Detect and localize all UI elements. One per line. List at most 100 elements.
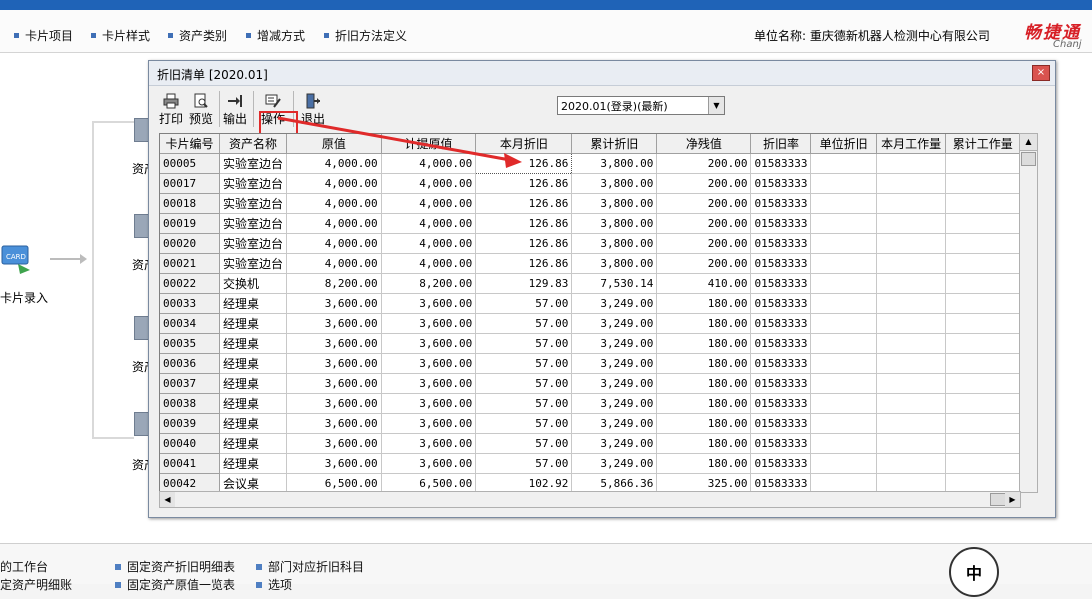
table-cell[interactable]: 3,249.00	[571, 353, 658, 374]
table-cell[interactable]: 00033	[160, 293, 221, 314]
table-cell[interactable]: 01583333	[750, 453, 812, 474]
table-row[interactable]: 00038 经理桌 3,600.00 3,600.00 57.00 3,249.00 180…	[160, 393, 1020, 414]
table-cell[interactable]: 3,800.00	[571, 253, 658, 274]
menu-item-change-method[interactable]: 增减方式	[246, 27, 305, 44]
bottom-link-depreciation-detail[interactable]: 固定资产折旧明细表	[115, 558, 235, 575]
table-cell[interactable]	[945, 393, 1020, 414]
table-cell[interactable]: 4,000.00	[286, 213, 382, 234]
table-cell[interactable]	[945, 413, 1020, 434]
table-cell[interactable]: 01583333	[750, 433, 812, 454]
horizontal-scrollbar[interactable]: ◀ ▶	[159, 491, 1021, 508]
table-cell[interactable]: 180.00	[656, 413, 752, 434]
menu-item-asset-category[interactable]: 资产类别	[168, 27, 227, 44]
column-header[interactable]: 单位折旧	[810, 134, 877, 154]
table-cell[interactable]: 01583333	[750, 393, 812, 414]
table-cell[interactable]	[810, 353, 877, 374]
table-cell[interactable]: 3,600.00	[381, 313, 477, 334]
table-cell[interactable]: 经理桌	[219, 353, 288, 374]
vertical-scrollbar[interactable]: ▲	[1019, 133, 1038, 493]
column-header[interactable]: 计提原值	[381, 134, 477, 154]
table-cell[interactable]: 7,530.14	[571, 273, 658, 294]
table-cell[interactable]: 3,800.00	[571, 213, 658, 234]
table-cell[interactable]: 3,600.00	[286, 353, 382, 374]
table-cell[interactable]: 200.00	[656, 233, 752, 254]
table-cell[interactable]: 4,000.00	[286, 193, 382, 214]
table-cell[interactable]	[945, 273, 1020, 294]
table-cell[interactable]	[810, 253, 877, 274]
table-cell[interactable]: 00018	[160, 193, 221, 214]
table-cell[interactable]: 经理桌	[219, 333, 288, 354]
table-cell[interactable]: 4,000.00	[381, 253, 477, 274]
table-cell[interactable]: 200.00	[656, 153, 752, 174]
table-cell[interactable]: 实验室边台	[219, 193, 288, 214]
table-cell[interactable]: 3,600.00	[286, 313, 382, 334]
table-row[interactable]: 00022 交换机 8,200.00 8,200.00 129.83 7,530.14 41…	[160, 273, 1020, 294]
table-cell[interactable]: 00017	[160, 173, 221, 194]
table-cell[interactable]: 8,200.00	[286, 273, 382, 294]
table-row[interactable]: 00035 经理桌 3,600.00 3,600.00 57.00 3,249.00 180…	[160, 333, 1020, 354]
table-cell[interactable]: 经理桌	[219, 453, 288, 474]
table-cell[interactable]	[945, 453, 1020, 474]
table-cell[interactable]: 01583333	[750, 253, 812, 274]
column-header[interactable]: 原值	[286, 134, 382, 154]
menu-item-card-items[interactable]: 卡片项目	[14, 27, 73, 44]
table-cell[interactable]: 00005	[160, 153, 221, 174]
table-cell[interactable]: 4,000.00	[381, 193, 477, 214]
table-cell[interactable]: 00037	[160, 373, 221, 394]
scroll-up-icon[interactable]: ▲	[1020, 134, 1037, 151]
table-cell[interactable]: 126.86	[475, 233, 573, 254]
table-cell[interactable]: 实验室边台	[219, 213, 288, 234]
table-cell[interactable]	[945, 173, 1020, 194]
table-cell[interactable]: 经理桌	[219, 373, 288, 394]
table-cell[interactable]: 3,249.00	[571, 293, 658, 314]
table-cell[interactable]: 4,000.00	[286, 253, 382, 274]
table-cell[interactable]: 4,000.00	[286, 233, 382, 254]
table-cell[interactable]: 01583333	[750, 353, 812, 374]
table-cell[interactable]	[810, 273, 877, 294]
table-cell[interactable]	[945, 213, 1020, 234]
table-cell[interactable]	[876, 213, 947, 234]
table-cell[interactable]: 00039	[160, 413, 221, 434]
bottom-link-original-value-list[interactable]: 固定资产原值一览表	[115, 576, 235, 593]
table-cell[interactable]: 01583333	[750, 233, 812, 254]
table-cell[interactable]	[876, 413, 947, 434]
print-button[interactable]: 打印	[157, 91, 185, 127]
table-cell[interactable]: 00022	[160, 273, 221, 294]
table-cell[interactable]: 00019	[160, 213, 221, 234]
bottom-link-asset-ledger[interactable]: 定资产明细账	[0, 576, 72, 593]
table-cell[interactable]: 126.86	[475, 193, 573, 214]
table-cell[interactable]: 126.86	[475, 253, 573, 274]
table-cell[interactable]: 实验室边台	[219, 173, 288, 194]
table-cell[interactable]: 3,600.00	[286, 413, 382, 434]
table-row[interactable]: 00020 实验室边台 4,000.00 4,000.00 126.86 3,800.00…	[160, 233, 1020, 254]
table-cell[interactable]: 3,600.00	[381, 433, 477, 454]
table-cell[interactable]: 4,000.00	[381, 153, 477, 174]
table-cell[interactable]: 57.00	[475, 353, 573, 374]
table-cell[interactable]: 3,249.00	[571, 453, 658, 474]
column-header[interactable]: 资产名称	[219, 134, 288, 154]
table-row[interactable]: 00017 实验室边台 4,000.00 4,000.00 126.86 3,800.00…	[160, 173, 1020, 194]
card-entry-icon[interactable]: CARD	[0, 238, 34, 276]
table-cell[interactable]	[810, 333, 877, 354]
table-row[interactable]: 00040 经理桌 3,600.00 3,600.00 57.00 3,249.00 180…	[160, 433, 1020, 454]
bottom-link-options[interactable]: 选项	[256, 576, 292, 593]
scroll-right-icon[interactable]: ▶	[1005, 492, 1020, 507]
table-cell[interactable]: 180.00	[656, 433, 752, 454]
table-cell[interactable]: 01583333	[750, 153, 812, 174]
table-cell[interactable]: 4,000.00	[286, 153, 382, 174]
table-cell[interactable]: 经理桌	[219, 313, 288, 334]
table-cell[interactable]: 3,800.00	[571, 193, 658, 214]
bottom-link-workbench[interactable]: 的工作台	[0, 558, 48, 575]
scroll-thumb[interactable]	[1021, 152, 1036, 166]
table-cell[interactable]: 3,600.00	[286, 333, 382, 354]
table-cell[interactable]: 3,249.00	[571, 413, 658, 434]
table-cell[interactable]: 180.00	[656, 373, 752, 394]
table-cell[interactable]: 00020	[160, 233, 221, 254]
table-cell[interactable]: 01583333	[750, 213, 812, 234]
table-cell[interactable]: 3,600.00	[381, 333, 477, 354]
table-cell[interactable]: 3,600.00	[286, 453, 382, 474]
chevron-down-icon[interactable]: ▼	[708, 97, 724, 114]
table-cell[interactable]: 180.00	[656, 453, 752, 474]
table-cell[interactable]: 00036	[160, 353, 221, 374]
table-row[interactable]: 00037 经理桌 3,600.00 3,600.00 57.00 3,249.00 180…	[160, 373, 1020, 394]
